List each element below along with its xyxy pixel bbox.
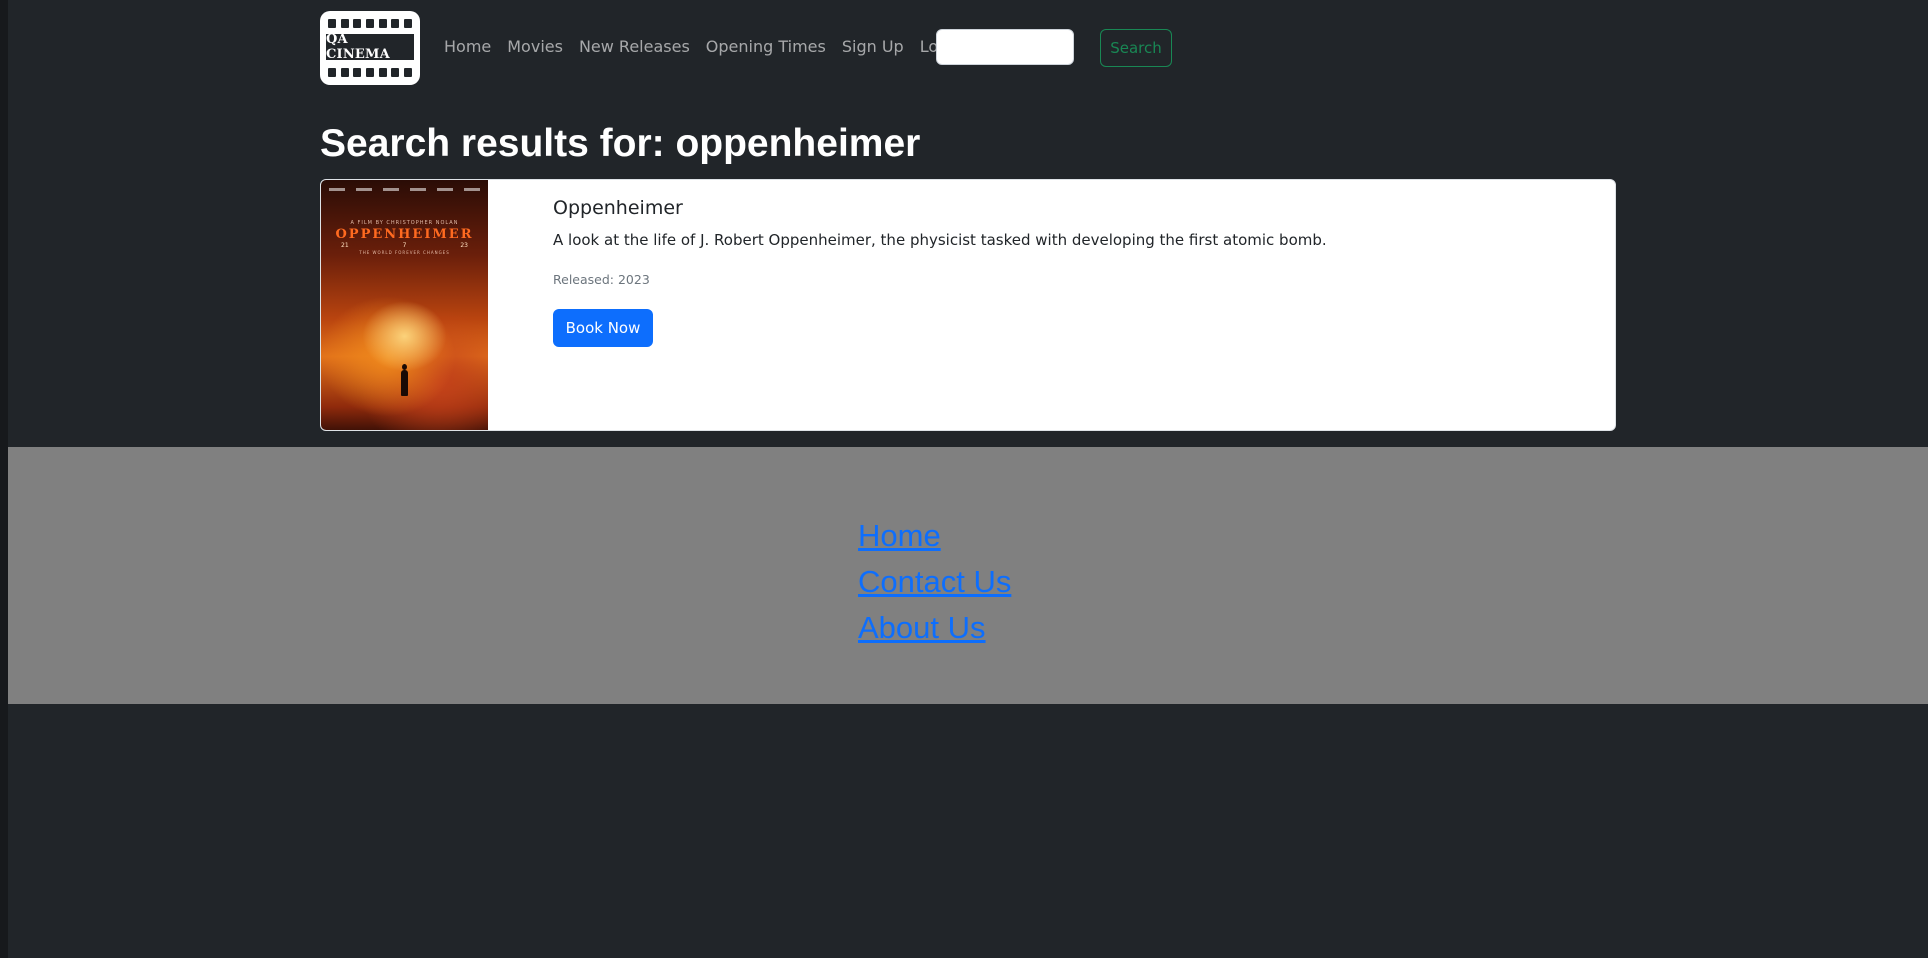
poster-date: 21 7 23	[341, 242, 468, 249]
window-edge	[0, 0, 8, 958]
poster-tagline: THE WORLD FOREVER CHANGES	[359, 250, 450, 255]
footer-link-home[interactable]: Home	[858, 513, 1011, 559]
poster-title: OPPENHEIMER	[335, 227, 474, 242]
nav-opening-times[interactable]: Opening Times	[698, 37, 834, 56]
poster-date-mid: 7	[402, 242, 407, 249]
page: QA CINEMA Home Movies New Releases Openi…	[8, 0, 1928, 958]
navbar: QA CINEMA Home Movies New Releases Openi…	[320, 11, 1220, 87]
film-perforations-top	[328, 19, 412, 28]
poster-byline: A FILM BY CHRISTOPHER NOLAN	[350, 220, 459, 226]
search-input[interactable]	[936, 29, 1074, 65]
book-now-button[interactable]: Book Now	[553, 309, 653, 347]
movie-release-year: Released: 2023	[553, 272, 650, 287]
qa-cinema-logo[interactable]: QA CINEMA	[320, 11, 420, 85]
nav-new-releases[interactable]: New Releases	[571, 37, 698, 56]
nav-movies[interactable]: Movies	[499, 37, 571, 56]
poster-date-right: 23	[460, 242, 468, 249]
movie-poster[interactable]: A FILM BY CHRISTOPHER NOLAN OPPENHEIMER …	[321, 180, 488, 430]
footer: Home Contact Us About Us	[8, 447, 1928, 704]
movie-result-card: A FILM BY CHRISTOPHER NOLAN OPPENHEIMER …	[320, 179, 1616, 431]
footer-link-contact-us[interactable]: Contact Us	[858, 559, 1011, 605]
page-title: Search results for: oppenheimer	[320, 122, 921, 165]
film-perforations-bottom	[328, 68, 412, 77]
poster-credits	[329, 188, 480, 194]
footer-link-about-us[interactable]: About Us	[858, 605, 1011, 651]
footer-links: Home Contact Us About Us	[858, 513, 1011, 651]
search-button[interactable]: Search	[1100, 29, 1172, 67]
movie-title: Oppenheimer	[553, 197, 683, 219]
logo-text: QA CINEMA	[326, 32, 414, 62]
poster-silhouette	[401, 364, 408, 396]
nav-sign-up[interactable]: Sign Up	[834, 37, 912, 56]
nav-home[interactable]: Home	[436, 37, 499, 56]
poster-date-left: 21	[341, 242, 349, 249]
movie-description: A look at the life of J. Robert Oppenhei…	[553, 231, 1327, 249]
nav-links: Home Movies New Releases Opening Times S…	[436, 37, 976, 56]
